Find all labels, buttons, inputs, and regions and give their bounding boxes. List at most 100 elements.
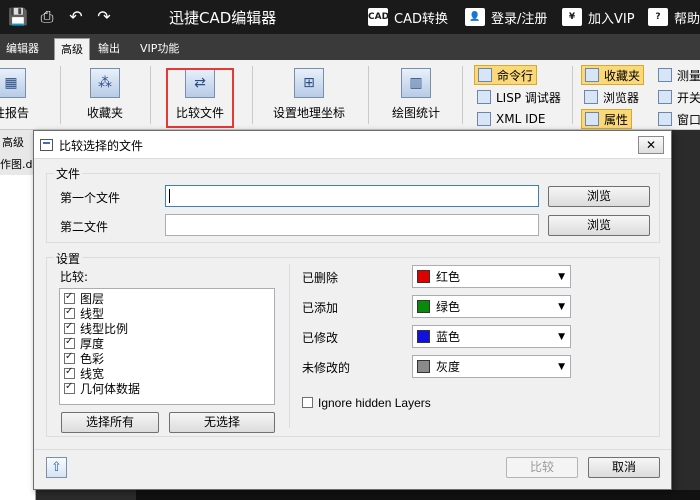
second-file-label: 第二文件 [60, 220, 109, 234]
select-none-button[interactable]: 无选择 [169, 412, 275, 433]
measure-label: 测量 [677, 68, 700, 83]
first-file-label: 第一个文件 [60, 191, 121, 205]
up-arrow-icon[interactable]: ⇧ [46, 457, 67, 478]
files-group-label: 文件 [54, 165, 83, 182]
second-file-input[interactable] [165, 214, 539, 236]
unmodified-label: 未修改的 [302, 361, 351, 375]
checkbox[interactable] [64, 291, 75, 304]
ribbon-separator [368, 66, 369, 124]
cad-icon: CAD [368, 8, 389, 26]
modified-color-value: 蓝色 [436, 330, 461, 344]
drawing-stats-button[interactable]: ▥ 绘图统计 [384, 60, 448, 130]
select-all-button[interactable]: 选择所有 [61, 412, 159, 433]
modified-color-select[interactable]: 蓝色 ▼ [412, 325, 571, 348]
ignore-hidden-checkbox[interactable] [302, 397, 313, 408]
close-button[interactable]: ✕ [638, 136, 664, 154]
favorites-button[interactable]: ⁂ 收藏夹 [75, 60, 135, 130]
chevron-down-icon: ▼ [558, 332, 565, 342]
checkbox[interactable] [64, 381, 75, 394]
report-button[interactable]: ▦ 性报告 [0, 60, 36, 130]
window-button[interactable]: 窗口 [655, 109, 700, 129]
compare-files-dialog: 比较选择的文件 ✕ 文件 第一个文件 浏览 第二文件 浏览 设置 比较: 图层 … [33, 130, 672, 490]
properties-button[interactable]: 属性 [581, 109, 633, 129]
yen-icon: ¥ [562, 8, 582, 26]
unmodified-color-select[interactable]: 灰度 ▼ [412, 355, 571, 378]
deleted-color-select[interactable]: 红色 ▼ [412, 265, 571, 288]
ribbon-separator [60, 66, 61, 124]
added-label: 已添加 [302, 301, 339, 315]
tab-editor[interactable]: 编辑器 [0, 38, 45, 60]
dialog-title-bar[interactable]: 比较选择的文件 ✕ [34, 131, 671, 159]
vip-button[interactable]: ¥ 加入VIP [562, 6, 635, 28]
print-icon[interactable]: ⎙ [37, 7, 57, 27]
undo-icon[interactable]: ↶ [66, 7, 86, 27]
window-icon [658, 112, 672, 126]
measure-icon [658, 68, 672, 82]
stats-icon: ▥ [401, 68, 431, 98]
ribbon-separator [252, 66, 253, 124]
check-item-thickness[interactable]: 厚度 [64, 336, 104, 351]
check-item-linetype-scale[interactable]: 线型比例 [64, 321, 128, 336]
lisp-label: LISP 调试器 [496, 90, 561, 105]
tab-vip[interactable]: VIP功能 [134, 38, 185, 60]
chevron-down-icon: ▼ [558, 362, 565, 372]
save-icon[interactable]: 💾 [8, 7, 28, 27]
checkbox[interactable] [64, 306, 75, 319]
ignore-hidden-layers-option[interactable]: Ignore hidden Layers [302, 395, 431, 410]
measure-button[interactable]: 测量 [655, 65, 700, 85]
ignore-hidden-label: Ignore hidden Layers [318, 395, 431, 410]
deleted-label: 已删除 [302, 271, 339, 285]
ribbon-panel: ▦ 性报告 ⁂ 收藏夹 ⇄ 比较文件 ⊞ 设置地理坐标 ▥ 绘图统计 命令行 L… [0, 60, 700, 130]
favorites-icon: ⁂ [90, 68, 120, 98]
grid-icon: ⊞ [294, 68, 324, 98]
xml-ide-button[interactable]: XML IDE [474, 109, 548, 129]
cad-convert-button[interactable]: CAD CAD转换 [368, 6, 448, 28]
switch-button[interactable]: 开关 [655, 87, 700, 107]
tab-output[interactable]: 输出 [92, 38, 126, 60]
dialog-window-icon [40, 139, 53, 151]
added-color-value: 绿色 [436, 300, 461, 314]
settings-divider [289, 264, 290, 428]
checkbox[interactable] [64, 351, 75, 364]
added-color-select[interactable]: 绿色 ▼ [412, 295, 571, 318]
switch-label: 开关 [677, 90, 700, 105]
checkbox[interactable] [64, 366, 75, 379]
text-caret [169, 189, 170, 203]
cancel-button[interactable]: 取消 [588, 457, 660, 478]
checkbox[interactable] [64, 336, 75, 349]
first-file-input[interactable] [165, 185, 539, 207]
check-item-lineweight[interactable]: 线宽 [64, 366, 104, 381]
command-line-label: 命令行 [497, 68, 534, 83]
favorites-small-button[interactable]: 收藏夹 [581, 65, 645, 85]
drawing-canvas[interactable] [136, 490, 700, 500]
compare-ok-button[interactable]: 比较 [506, 457, 578, 478]
geo-coordinates-button[interactable]: ⊞ 设置地理坐标 [268, 60, 350, 130]
command-line-icon [478, 68, 492, 82]
compare-criteria-list[interactable]: 图层 线型 线型比例 厚度 色彩 线宽 几何体数据 [59, 288, 275, 405]
checkbox[interactable] [64, 321, 75, 334]
app-title: 迅捷CAD编辑器 [169, 9, 277, 27]
check-item-color[interactable]: 色彩 [64, 351, 104, 366]
chevron-down-icon: ▼ [558, 272, 565, 282]
ribbon-group-label: 高级 [2, 136, 24, 149]
document-tab-area: 高级 作图.dw [0, 130, 41, 175]
left-side-panel [0, 175, 36, 500]
browse-second-button[interactable]: 浏览 [548, 215, 650, 236]
help-button[interactable]: ? 帮助 [648, 6, 700, 28]
check-item-geometry[interactable]: 几何体数据 [64, 381, 140, 396]
browser-button[interactable]: 浏览器 [581, 87, 642, 107]
report-icon: ▦ [0, 68, 26, 98]
command-line-button[interactable]: 命令行 [474, 65, 538, 85]
check-item-layers[interactable]: 图层 [64, 291, 104, 306]
lisp-debugger-button[interactable]: LISP 调试器 [474, 87, 564, 107]
check-item-linetype[interactable]: 线型 [64, 306, 104, 321]
properties-icon [585, 112, 599, 126]
redo-icon[interactable]: ↷ [94, 7, 114, 27]
tab-advanced[interactable]: 高级 [54, 38, 90, 60]
browser-icon [584, 90, 598, 104]
user-icon: 👤 [465, 8, 485, 26]
login-button[interactable]: 👤 登录/注册 [465, 6, 547, 28]
browse-first-button[interactable]: 浏览 [548, 186, 650, 207]
unmodified-color-value: 灰度 [436, 360, 461, 374]
ribbon-separator [572, 66, 573, 124]
